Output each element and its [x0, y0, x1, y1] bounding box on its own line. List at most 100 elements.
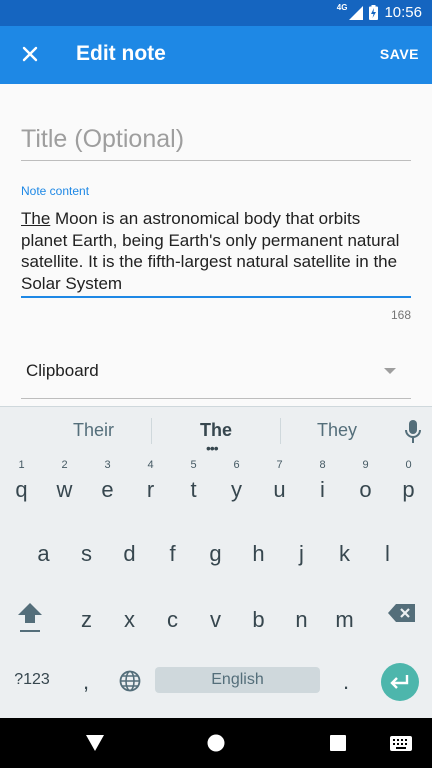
key-hint: 4: [147, 459, 154, 471]
key-d[interactable]: d: [108, 519, 151, 579]
backspace-icon: [388, 604, 415, 622]
key-label: u: [273, 477, 286, 502]
symbols-key[interactable]: ?123: [8, 671, 56, 695]
keyboard-switch-icon[interactable]: [390, 736, 412, 751]
key-e[interactable]: 3e: [86, 457, 129, 517]
period-key[interactable]: .: [336, 669, 356, 697]
page-title: Edit note: [76, 42, 166, 65]
mic-icon[interactable]: [403, 419, 423, 445]
backspace-key[interactable]: [382, 601, 422, 631]
key-j[interactable]: j: [280, 519, 323, 579]
key-y[interactable]: 6y: [215, 457, 258, 517]
key-label: b: [252, 607, 265, 632]
back-triangle-icon[interactable]: [86, 735, 104, 751]
edit-form: Title (Optional) Note content The Moon i…: [0, 84, 432, 406]
char-counter: 168: [390, 308, 411, 322]
key-q[interactable]: 1q: [0, 457, 43, 517]
key-s[interactable]: s: [65, 519, 108, 579]
key-hint: 8: [319, 459, 326, 471]
key-label: x: [124, 607, 135, 632]
key-label: c: [167, 607, 178, 632]
key-label: f: [169, 541, 176, 566]
category-dropdown[interactable]: Clipboard: [21, 354, 411, 399]
key-k[interactable]: k: [323, 519, 366, 579]
key-c[interactable]: c: [151, 585, 194, 645]
key-z[interactable]: z: [65, 585, 108, 645]
close-button[interactable]: [16, 40, 44, 68]
app-bar: Edit note SAVE: [0, 26, 432, 84]
key-label: q: [15, 477, 28, 502]
suggestion-strip: Their The ••• They: [0, 407, 432, 456]
key-i[interactable]: 8i: [301, 457, 344, 517]
suggestion-right[interactable]: They: [317, 420, 357, 441]
language-key[interactable]: [116, 669, 144, 697]
key-o[interactable]: 9o: [344, 457, 387, 517]
comma-key[interactable]: ,: [72, 669, 100, 697]
key-u[interactable]: 7u: [258, 457, 301, 517]
key-label: r: [146, 477, 155, 502]
key-label: o: [359, 477, 372, 502]
title-input[interactable]: Title (Optional): [21, 122, 411, 161]
key-label: n: [295, 607, 308, 632]
soft-keyboard: Their The ••• They 1q 2w 3e 4r 5t 6y 7u …: [0, 406, 432, 719]
key-g[interactable]: g: [194, 519, 237, 579]
key-label: d: [123, 541, 136, 566]
key-label: j: [299, 541, 304, 566]
more-suggestions-icon: •••: [206, 440, 219, 456]
key-l[interactable]: l: [366, 519, 409, 579]
status-bar: 4G 10:56: [0, 0, 432, 26]
clock: 10:56: [384, 4, 422, 21]
key-h[interactable]: h: [237, 519, 280, 579]
system-nav-bar: [0, 718, 432, 768]
network-type: 4G: [336, 3, 348, 12]
key-hint: 3: [104, 459, 111, 471]
key-t[interactable]: 5t: [172, 457, 215, 517]
key-n[interactable]: n: [280, 585, 323, 645]
key-hint: 2: [61, 459, 68, 471]
save-button[interactable]: SAVE: [380, 46, 419, 62]
home-icon[interactable]: [207, 734, 225, 752]
close-icon: [22, 46, 38, 62]
key-w[interactable]: 2w: [43, 457, 86, 517]
note-first-word: The: [21, 209, 51, 228]
key-label: l: [385, 541, 390, 566]
key-label: g: [209, 541, 222, 566]
key-label: a: [37, 541, 50, 566]
title-placeholder: Title (Optional): [21, 125, 185, 153]
key-p[interactable]: 0p: [387, 457, 430, 517]
note-text: Moon is an astronomical body that orbits…: [21, 209, 400, 293]
key-label: i: [320, 477, 325, 502]
globe-icon: [119, 670, 141, 692]
suggestion-center[interactable]: The: [200, 420, 232, 441]
key-label: w: [56, 477, 73, 502]
enter-key[interactable]: [381, 663, 419, 701]
key-r[interactable]: 4r: [129, 457, 172, 517]
key-m[interactable]: m: [323, 585, 366, 645]
key-label: p: [402, 477, 415, 502]
key-b[interactable]: b: [237, 585, 280, 645]
key-a[interactable]: a: [22, 519, 65, 579]
recents-icon[interactable]: [330, 735, 346, 751]
key-label: h: [252, 541, 265, 566]
signal-icon: [349, 5, 364, 20]
note-content-input[interactable]: The Moon is an astronomical body that or…: [21, 208, 411, 294]
key-f[interactable]: f: [151, 519, 194, 579]
shift-key[interactable]: [8, 595, 52, 641]
space-bar[interactable]: English: [155, 667, 320, 693]
key-label: v: [210, 607, 221, 632]
key-x[interactable]: x: [108, 585, 151, 645]
suggestion-divider: [280, 418, 281, 444]
battery-charging-icon: [369, 5, 379, 20]
key-hint: 0: [405, 459, 412, 471]
key-v[interactable]: v: [194, 585, 237, 645]
key-hint: 6: [233, 459, 240, 471]
note-content-underline: [21, 296, 411, 298]
key-label: k: [339, 541, 350, 566]
suggestion-left[interactable]: Their: [73, 420, 114, 441]
key-label: s: [81, 541, 92, 566]
shift-icon: [18, 603, 42, 632]
dropdown-arrow-icon: [384, 368, 396, 374]
key-label: z: [81, 607, 92, 632]
key-label: e: [101, 477, 114, 502]
category-value: Clipboard: [26, 361, 99, 380]
